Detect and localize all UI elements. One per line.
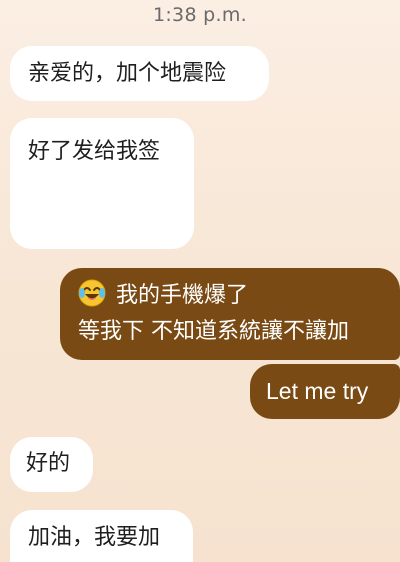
message-text: 好的 (26, 451, 71, 476)
message-text: 我的手機爆了 (116, 283, 249, 308)
message-text: 加油，我要加 (28, 525, 161, 550)
message-line-1: 我的手機爆了 (78, 278, 390, 314)
incoming-message-bubble[interactable]: 加油，我要加 (10, 510, 193, 562)
incoming-message-bubble[interactable]: 好了发给我签 (10, 118, 194, 249)
message-text: Let me try (266, 378, 369, 404)
message-timestamp: 1:38 p.m. (152, 4, 248, 26)
incoming-message-bubble[interactable]: 好的 (10, 437, 93, 492)
outgoing-message-bubble[interactable]: 我的手機爆了 等我下 不知道系統讓不讓加 (60, 268, 400, 360)
outgoing-message-bubble[interactable]: Let me try (250, 364, 400, 419)
message-text: 好了发给我签 (28, 139, 161, 164)
incoming-message-bubble[interactable]: 亲爱的，加个地震险 (10, 46, 269, 101)
message-text: 亲爱的，加个地震险 (28, 61, 227, 86)
laughing-crying-emoji-icon (78, 279, 106, 307)
message-text: 等我下 不知道系統讓不讓加 (78, 319, 349, 344)
